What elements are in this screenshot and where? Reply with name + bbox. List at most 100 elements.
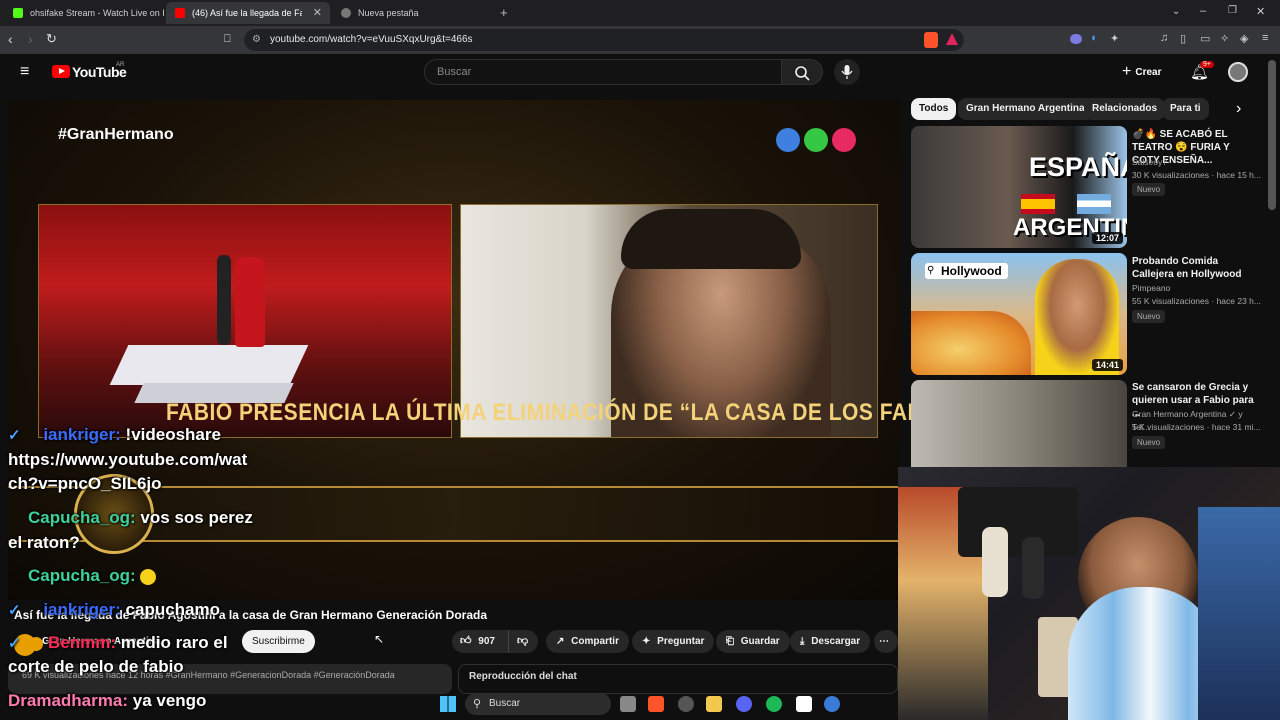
chip-for-you[interactable]: Para ti [1162, 98, 1209, 120]
more-button[interactable]: ⋯ [874, 630, 898, 653]
task-view-icon[interactable] [620, 696, 636, 712]
obs-icon[interactable] [796, 696, 812, 712]
related-video-thumbnail[interactable] [911, 380, 1127, 467]
maximize-icon[interactable]: ❐ [1228, 5, 1237, 16]
related-video-channel[interactable]: Pimpeano [1132, 282, 1262, 295]
spotify-icon[interactable] [766, 696, 782, 712]
pizza-image [911, 311, 1031, 375]
chat-replay-label: Reproducción del chat [469, 671, 577, 682]
badge-icon [29, 636, 44, 651]
like-button[interactable]: 👍︎ 907 [452, 630, 508, 653]
new-tab-icon[interactable]: + [500, 5, 508, 20]
subscribe-button[interactable]: Suscribirme [242, 630, 315, 653]
app-icon[interactable] [824, 696, 840, 712]
chevron-right-icon[interactable]: › [1236, 100, 1241, 118]
verified-icon: ✓ [8, 635, 21, 652]
music-icon[interactable]: ♫ [1160, 32, 1168, 44]
minimize-icon[interactable]: – [1200, 5, 1206, 17]
sidebar-icon[interactable]: ▯ [1180, 32, 1186, 45]
bottle-image [982, 527, 1008, 597]
verified-icon: ✓ [8, 427, 21, 444]
close-tab-icon[interactable]: ✕ [313, 6, 322, 19]
telefe-dot-blue [776, 128, 800, 152]
tab-kick[interactable]: ohsifake Stream - Watch Live on Kick [4, 2, 164, 24]
windows-start-icon[interactable] [440, 696, 456, 712]
tab-new[interactable]: Nueva pestaña [332, 2, 492, 24]
location-pin-icon: ⚲ [927, 265, 935, 276]
kick-icon [13, 8, 23, 18]
menu-icon[interactable]: ≡ [20, 63, 29, 81]
close-window-icon[interactable]: ✕ [1256, 5, 1265, 18]
chip-gran-hermano[interactable]: Gran Hermano Argentina [958, 98, 1093, 120]
app-icon[interactable] [678, 696, 694, 712]
brave-icon[interactable] [648, 696, 664, 712]
related-video-meta: 30 K visualizaciones · hace 15 h... [1132, 170, 1261, 180]
verified-icon: ✓ [8, 602, 21, 619]
tab-youtube[interactable]: (46) Así fue la llegada de Fabio ✕ [166, 2, 330, 24]
create-button[interactable]: + Crear [1122, 62, 1161, 82]
search-icon [795, 66, 810, 81]
download-icon: ⤓ [800, 636, 805, 647]
related-video-title[interactable]: Probando Comida Callejera en Hollywood [1132, 255, 1260, 281]
telefe-dot-pink [832, 128, 856, 152]
related-video-channel[interactable]: Salseoy? [1132, 156, 1262, 169]
share-icon: ↗ [556, 636, 565, 647]
share-button[interactable]: ↗ Compartir [546, 630, 629, 653]
related-video-thumbnail[interactable]: ESPAÑA ARGENTINA 12:07 [911, 126, 1127, 248]
emote-icon [140, 568, 157, 585]
extension-icon[interactable] [1070, 34, 1082, 44]
related-video-thumbnail[interactable]: Hollywood ⚲ 14:41 [911, 253, 1127, 375]
chat-message: ✓ Benmm: medio raro el [8, 633, 228, 653]
person-image [1035, 259, 1119, 375]
tab-label: ohsifake Stream - Watch Live on Kick [30, 8, 164, 18]
browser-toolbar: ‹ › ↻ ⎕ ⚙ youtube.com/watch?v=eVuuSXqxUr… [0, 26, 1280, 54]
dislike-button[interactable]: 👎︎ [508, 630, 538, 653]
chat-message: Dramadharma: ya vengo [8, 691, 206, 711]
chat-username: Capucha_og: [28, 566, 136, 585]
chat-text: capuchamo [125, 600, 221, 619]
menu-icon[interactable]: ≡ [1262, 32, 1268, 44]
video-hashtag-overlay: #GranHermano [58, 126, 174, 143]
chat-text: ya vengo [132, 691, 207, 710]
page-scrollbar[interactable] [1268, 60, 1276, 210]
download-button[interactable]: ⤓ Descargar [790, 630, 871, 653]
back-icon[interactable]: ‹ [8, 31, 13, 47]
taskbar-search[interactable]: ⚲ Buscar [465, 693, 611, 715]
chat-message: Capucha_og: [8, 566, 157, 586]
chevron-down-icon[interactable]: ⌄ [1172, 6, 1180, 17]
search-input[interactable]: Buscar [424, 59, 782, 85]
discord-icon[interactable] [736, 696, 752, 712]
address-bar[interactable]: ⚙ youtube.com/watch?v=eVuuSXqxUrg&t=466s [244, 29, 964, 51]
youtube-logo-icon[interactable] [52, 65, 70, 78]
chat-text: medio raro el [120, 633, 228, 652]
save-button[interactable]: ⎗ Guardar [716, 630, 790, 653]
gaming-chair [1198, 507, 1280, 720]
search-button[interactable] [781, 59, 823, 85]
ask-button[interactable]: ✦ Preguntar [632, 630, 715, 653]
voice-search-button[interactable] [834, 59, 860, 85]
wallet-icon[interactable]: ▭ [1200, 32, 1210, 45]
new-badge: Nuevo [1132, 183, 1166, 196]
vpn-icon[interactable]: ◈ [1240, 32, 1248, 45]
brave-shield-icon[interactable] [924, 32, 938, 48]
translate-icon[interactable]: ◖ [1090, 32, 1097, 44]
site-info-icon[interactable]: ⚙ [252, 29, 261, 51]
forward-icon[interactable]: › [28, 31, 33, 47]
chip-all[interactable]: Todos [911, 98, 957, 120]
chip-related[interactable]: Relacionados [1084, 98, 1166, 120]
chat-message: ✓ iankriger: capuchamo [8, 600, 220, 620]
thumb-text: Hollywood [925, 263, 1008, 279]
bookmark-icon[interactable]: ⎕ [224, 31, 231, 47]
search-icon: ⚲ [473, 698, 482, 710]
reload-icon[interactable]: ↻ [46, 31, 57, 47]
puzzle-icon[interactable]: ✦ [1110, 32, 1119, 45]
ai-icon[interactable]: ✧ [1220, 32, 1229, 45]
file-explorer-icon[interactable] [706, 696, 722, 712]
create-label: Crear [1135, 66, 1162, 78]
contestant-hair [621, 209, 801, 269]
mouse-cursor: ↖ [374, 632, 385, 646]
ask-label: Preguntar [657, 636, 705, 647]
mic-icon [841, 65, 853, 79]
video-banner-text: FABIO PRESENCIA LA ÚLTIMA ELIMINACIÓN DE… [166, 399, 1000, 426]
avatar[interactable] [1228, 62, 1248, 82]
